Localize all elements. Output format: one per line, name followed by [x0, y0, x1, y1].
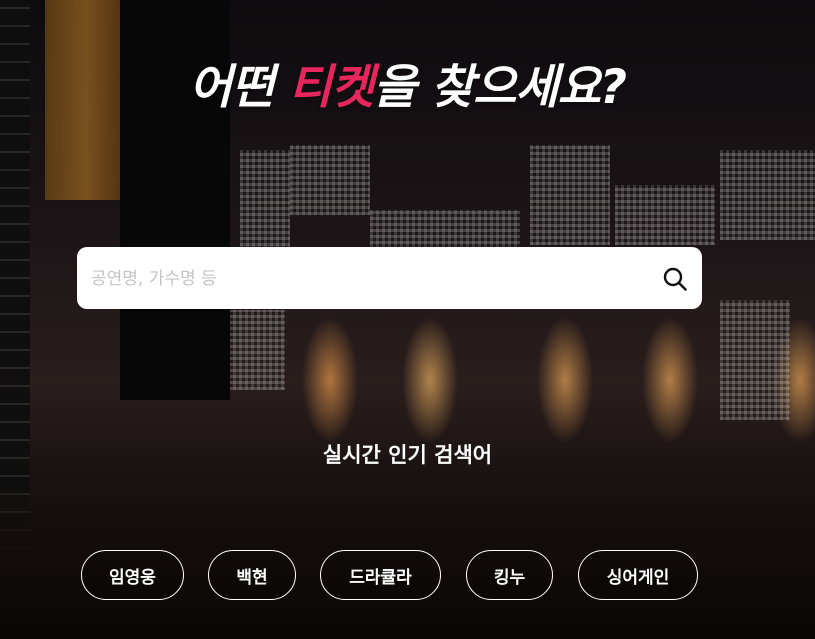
search-bar	[77, 247, 702, 311]
trending-tag[interactable]: 드라큘라	[320, 550, 441, 600]
headline-text-post: 을 찾으세요?	[373, 60, 627, 115]
trending-tag[interactable]: 싱어게인	[578, 550, 698, 600]
trending-tag[interactable]: 임영웅	[81, 550, 184, 600]
trending-tag[interactable]: 백현	[208, 550, 296, 600]
search-input[interactable]	[89, 247, 653, 311]
trending-title: 실시간 인기 검색어	[322, 443, 493, 467]
search-button[interactable]	[662, 266, 688, 292]
page-headline: 어떤 티켓을 찾으세요?	[0, 48, 815, 117]
headline-text-pre: 어떤	[188, 60, 289, 115]
trending-tags: 임영웅 백현 드라큘라 킹누 싱어게인	[0, 550, 815, 600]
search-icon	[663, 267, 687, 291]
headline-text-accent: 티켓	[288, 60, 374, 115]
trending-tag[interactable]: 킹누	[466, 550, 553, 600]
